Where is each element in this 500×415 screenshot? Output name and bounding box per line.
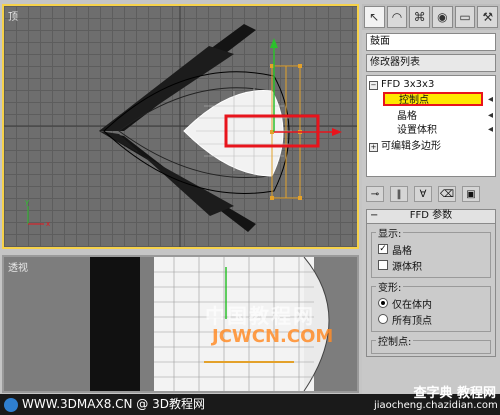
stack-item-set-volume[interactable]: 设置体积 (397, 124, 437, 138)
object-name-field[interactable]: 鼓面 (366, 33, 496, 51)
hierarchy-icon[interactable]: ⌘ (409, 6, 431, 28)
motion-icon[interactable]: ◉ (432, 6, 453, 28)
group-title: 显示: (376, 225, 404, 240)
group-title: 控制点: (376, 333, 414, 348)
inside-volume-option[interactable]: 仅在体内 (378, 295, 484, 311)
watermark-url: JCWCN.COM (212, 326, 334, 347)
site-logo-icon (4, 398, 18, 412)
command-tabs: ↖ ◠ ⌘ ◉ ▭ ⚒ (362, 4, 500, 30)
site-badge-url: jiaocheng.chazidian.com (374, 400, 498, 411)
remove-modifier-icon[interactable]: ⌫ (438, 186, 456, 202)
group-title: 变形: (376, 279, 404, 294)
option-label: 所有顶点 (392, 315, 432, 327)
option-label: 源体积 (392, 261, 422, 273)
all-vertices-radio[interactable] (378, 314, 388, 324)
stack-toolbar: ⊸ ‖ ∀ ⌫ ▣ (366, 185, 496, 203)
collapse-icon[interactable]: − (370, 210, 378, 222)
utility-icon[interactable]: ⚒ (477, 6, 499, 28)
command-panel: ↖ ◠ ⌘ ◉ ▭ ⚒ 鼓面 修改器列表 − FFD 3x3x3 控制点 晶格 设… (362, 4, 500, 394)
stack-item-lattice[interactable]: 晶格 (397, 110, 417, 124)
bulb-icon[interactable]: ◂ (488, 94, 493, 105)
pointer-icon[interactable]: ↖ (364, 6, 385, 28)
source-volume-option[interactable]: 源体积 (378, 257, 484, 273)
stack-item-editable-poly[interactable]: + 可编辑多边形 (369, 140, 441, 154)
stack-item-control-points[interactable]: 控制点 (383, 92, 483, 106)
control-points-group: 控制点: (371, 333, 491, 354)
modifier-stack: − FFD 3x3x3 控制点 晶格 设置体积 + 可编辑多边形 ◂ ◂ ◂ (366, 75, 496, 177)
stack-item-ffd[interactable]: − FFD 3x3x3 (369, 78, 434, 92)
pin-stack-icon[interactable]: ⊸ (366, 186, 384, 202)
make-unique-icon[interactable]: ∀ (414, 186, 432, 202)
rollout-header[interactable]: − FFD 参数 (367, 210, 495, 224)
bulb-icon[interactable]: ◂ (488, 110, 493, 121)
ffd-parameters-rollout: − FFD 参数 显示: ✓ 晶格 源体积 变形: 仅在体内 所有顶点 控制点: (366, 209, 496, 357)
stack-item-label: 晶格 (397, 111, 417, 122)
stack-item-label: 控制点 (399, 95, 429, 106)
arc-icon[interactable]: ◠ (386, 6, 408, 28)
watermark-bar-text: WWW.3DMAX8.CN @ 3D教程网 (22, 397, 206, 411)
minus-box-icon[interactable]: − (369, 81, 378, 90)
watermark-title: 中国教程网 (205, 304, 315, 328)
svg-text:y: y (25, 198, 29, 206)
stack-item-label: FFD 3x3x3 (381, 79, 435, 90)
inside-volume-radio[interactable] (378, 298, 388, 308)
bulb-icon[interactable]: ◂ (488, 124, 493, 135)
source-volume-checkbox[interactable] (378, 260, 388, 270)
app-window: 顶 y x 透视 中国教程网 JCWCN.COM ↖ ◠ ⌘ ◉ ▭ ⚒ 鼓面 … (0, 0, 500, 415)
all-vertices-option[interactable]: 所有顶点 (378, 311, 484, 327)
top-viewport[interactable]: 顶 y x (2, 4, 359, 249)
plus-box-icon[interactable]: + (369, 143, 378, 152)
deform-group: 变形: 仅在体内 所有顶点 (371, 279, 491, 332)
option-label: 仅在体内 (392, 299, 432, 311)
rollout-title: FFD 参数 (409, 210, 453, 221)
display-icon[interactable]: ▭ (454, 6, 476, 28)
lattice-checkbox[interactable]: ✓ (378, 244, 388, 254)
svg-text:x: x (46, 220, 50, 228)
drum-top-wireframe: y x (4, 6, 357, 247)
stack-item-label: 设置体积 (397, 125, 437, 136)
display-group: 显示: ✓ 晶格 源体积 (371, 225, 491, 278)
configure-sets-icon[interactable]: ▣ (462, 186, 480, 202)
site-badge-title: 查字典 教程网 (413, 386, 496, 401)
lattice-option[interactable]: ✓ 晶格 (378, 241, 484, 257)
option-label: 晶格 (392, 245, 412, 257)
show-end-result-icon[interactable]: ‖ (390, 186, 408, 202)
stack-item-label: 可编辑多边形 (381, 141, 441, 152)
modifier-list-dropdown[interactable]: 修改器列表 (366, 54, 496, 72)
site-badge: 查字典 教程网 jiaocheng.chazidian.com (374, 386, 498, 415)
